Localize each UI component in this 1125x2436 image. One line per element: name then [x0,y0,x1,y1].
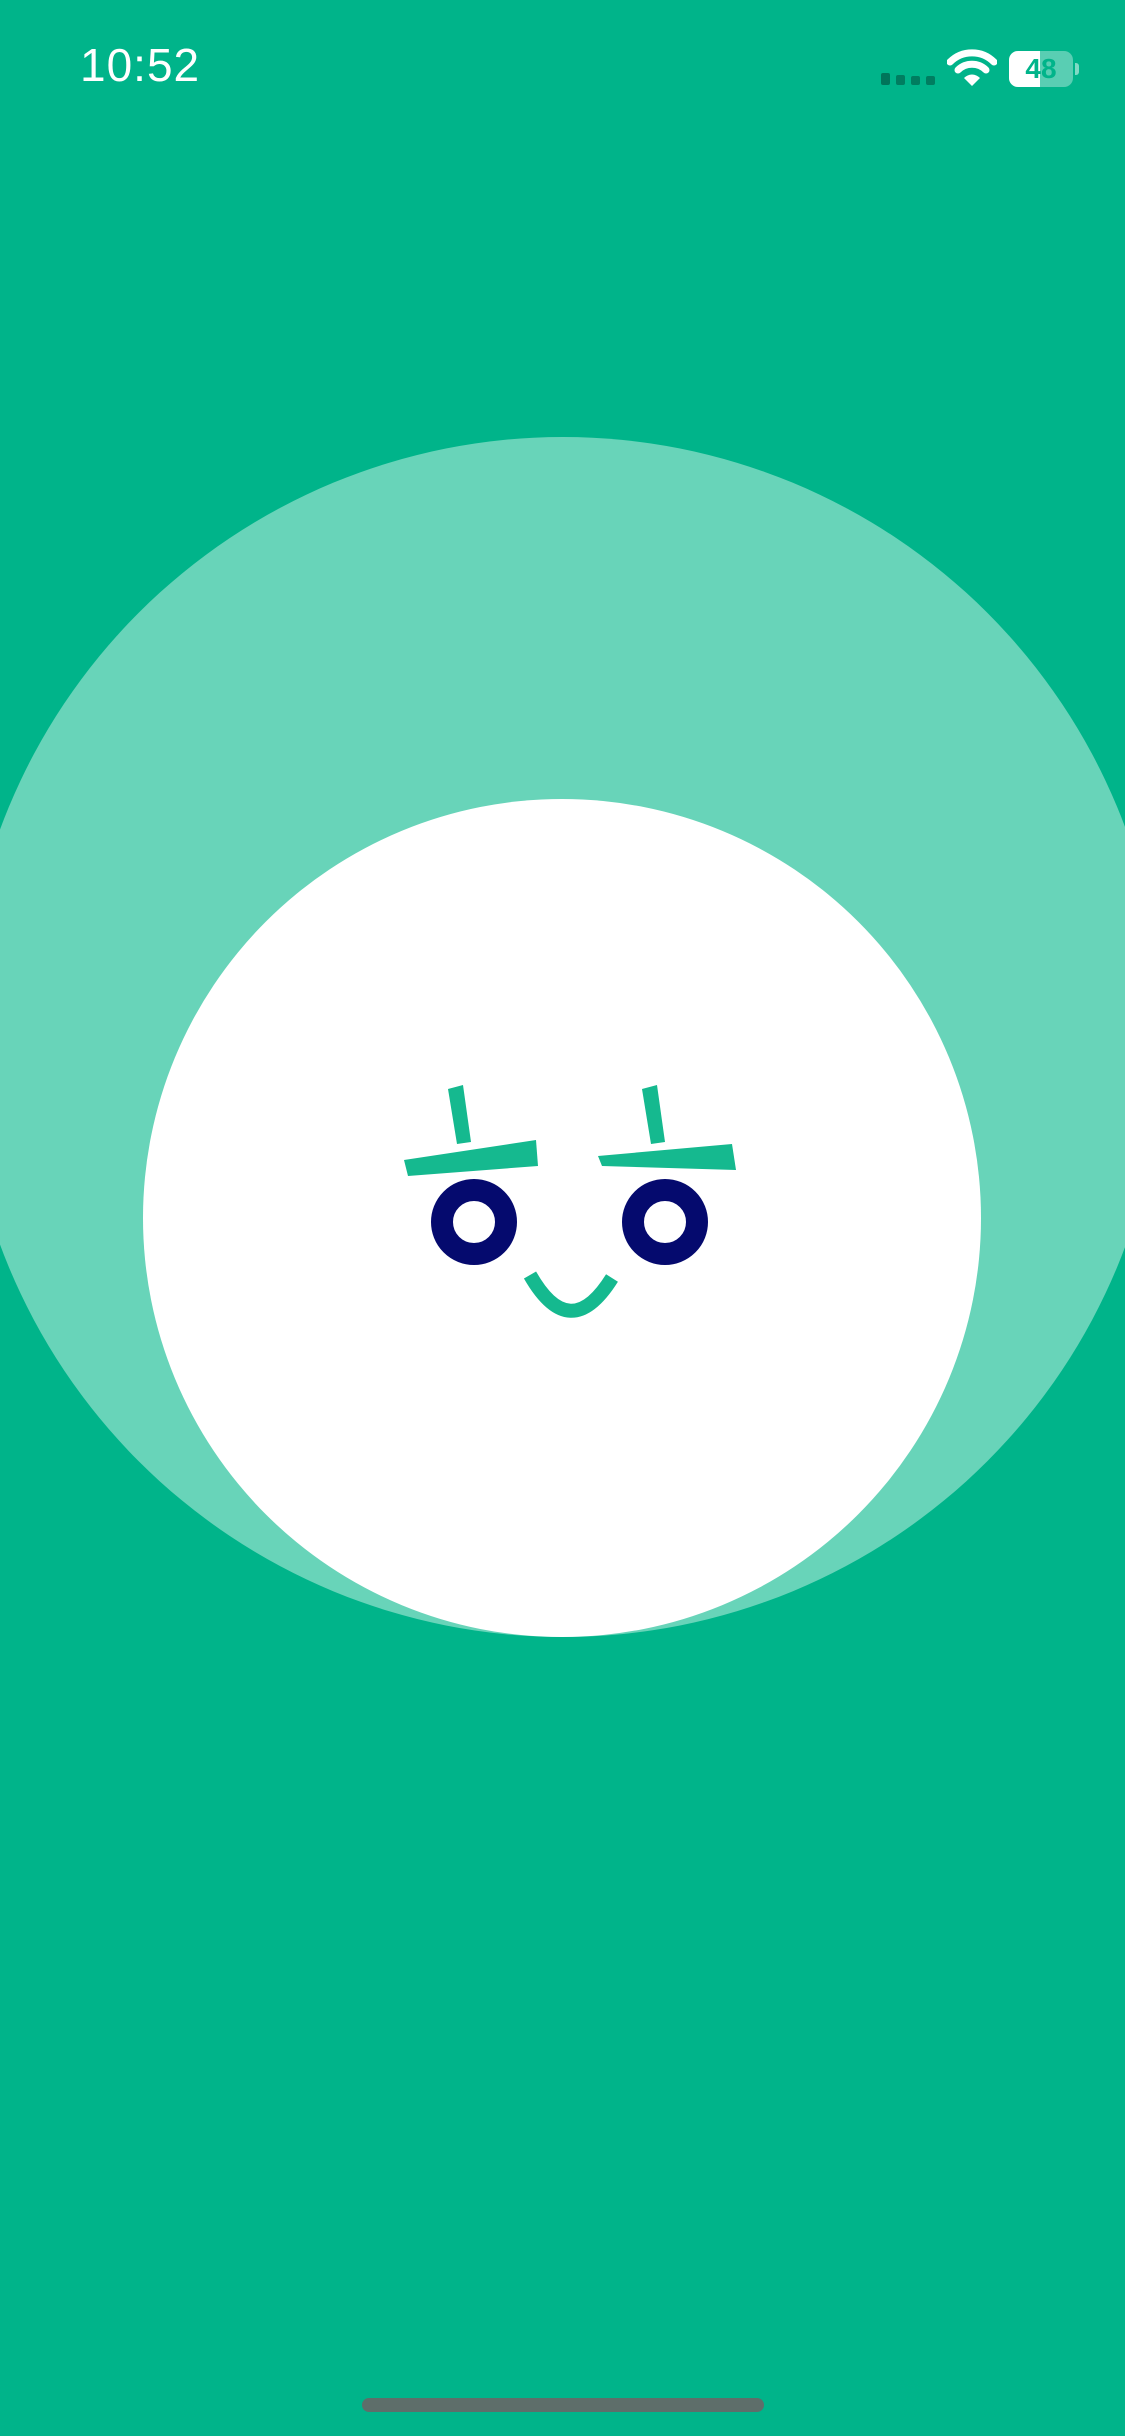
battery-nub [1075,63,1079,75]
battery-percent: 48 [1025,53,1057,84]
wifi-icon [947,49,997,86]
battery-icon: 48 [1009,51,1079,87]
right-eyebrow [598,1085,736,1170]
right-eye [622,1179,708,1265]
status-time: 10:52 [80,39,201,91]
cellular-signal-icon [881,73,935,85]
mouth [523,1271,618,1318]
battery-body: 48 [1009,51,1073,87]
splash-screen: 10:52 48 [0,0,1125,2436]
left-eyebrow [404,1085,538,1176]
mascot-face-icon [404,1085,736,1318]
status-bar: 10:52 48 [0,0,1125,140]
home-indicator[interactable] [362,2398,764,2412]
left-eye [431,1179,517,1265]
